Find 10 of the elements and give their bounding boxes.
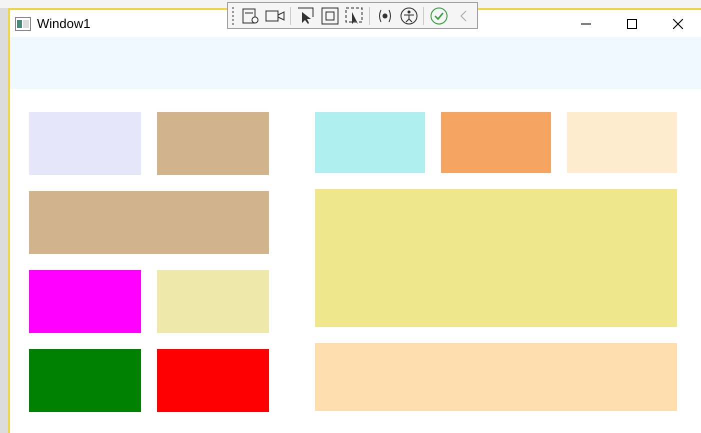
layout-adorner-icon[interactable] (320, 6, 340, 26)
select-element-icon[interactable] (296, 6, 316, 26)
accessibility-icon[interactable] (399, 6, 418, 26)
track-focus-icon[interactable] (344, 6, 364, 26)
maximize-icon (627, 18, 637, 28)
checkmark-icon[interactable] (429, 6, 449, 26)
close-icon (673, 18, 683, 28)
window-title: Window1 (37, 14, 90, 33)
live-tree-icon[interactable] (240, 6, 260, 26)
window-app-icon (15, 16, 31, 30)
